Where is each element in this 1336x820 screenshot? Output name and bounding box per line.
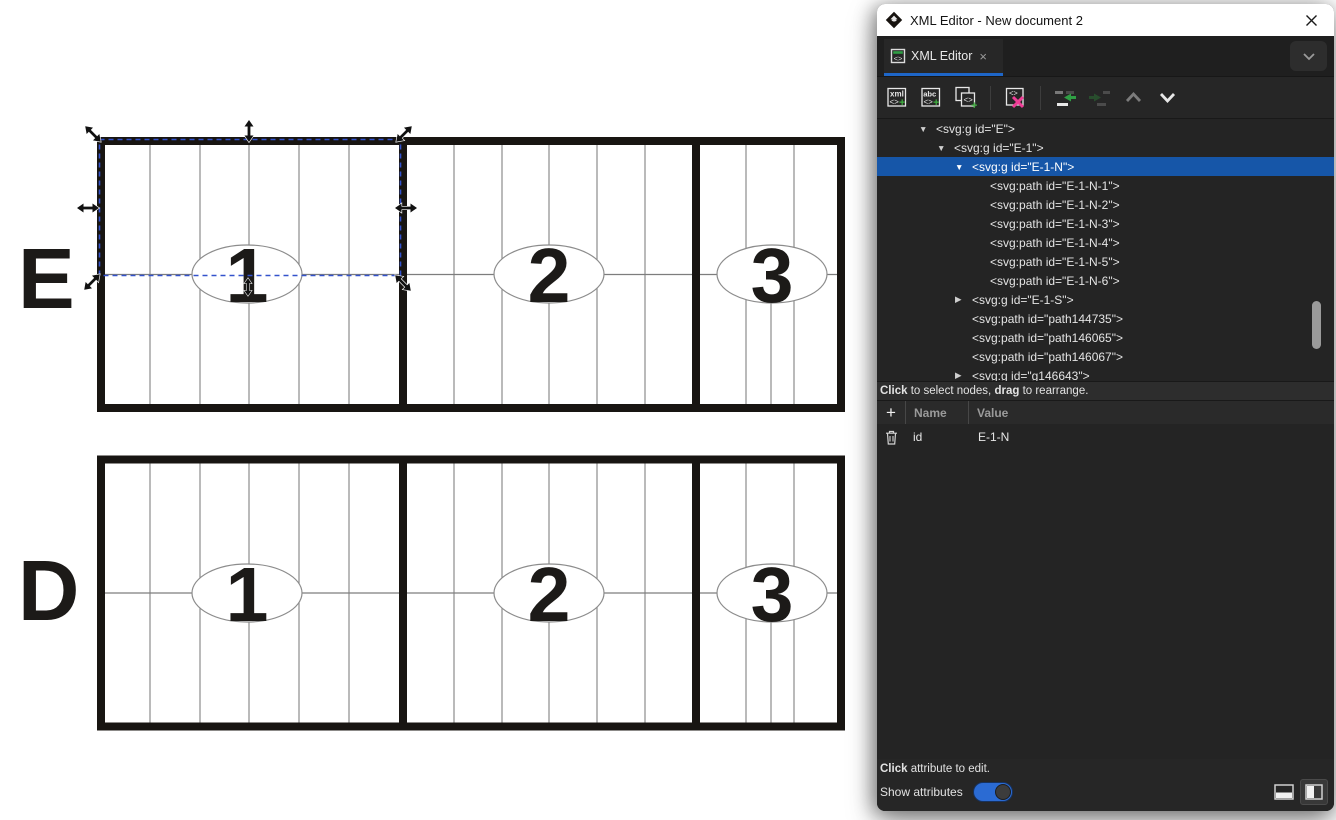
attribute-name-header: Name [905, 401, 968, 424]
trash-icon [885, 430, 898, 445]
toolbar-separator [1040, 86, 1041, 110]
new-text-node-button[interactable]: abc <> + [918, 84, 945, 111]
tree-node[interactable]: <svg:path id="path146067"> [877, 347, 1334, 366]
move-node-down-button[interactable] [1154, 84, 1181, 111]
d-section-1-number: 1 [226, 552, 269, 638]
tree-node-label: <svg:path id="path146065"> [972, 331, 1123, 345]
expander-icon[interactable]: ▼ [955, 162, 972, 172]
attributes-empty-area [877, 450, 1334, 759]
toggle-knob [995, 784, 1011, 800]
tree-node[interactable]: <svg:path id="E-1-N-6"> [877, 271, 1334, 290]
tree-node-label: <svg:g id="E-1-N"> [972, 160, 1074, 174]
svg-text:<>: <> [924, 98, 934, 107]
tree-node-label: <svg:g id="E-1"> [954, 141, 1044, 155]
d-section-3-number: 3 [751, 552, 794, 638]
tree-node[interactable]: <svg:path id="path146065"> [877, 328, 1334, 347]
xml-editor-dialog: XML Editor - New document 2 <> XML Edito… [877, 4, 1334, 811]
tree-node[interactable]: ▶<svg:g id="E-1-S"> [877, 290, 1334, 309]
attribute-value[interactable]: E-1-N [969, 430, 1334, 444]
show-attributes-toggle[interactable] [973, 782, 1013, 802]
close-button[interactable] [1298, 9, 1324, 31]
dialog-title: XML Editor - New document 2 [910, 13, 1083, 28]
delete-node-button[interactable]: <> [1002, 84, 1029, 111]
screen: 1 2 3 E [0, 0, 1336, 820]
attributes-header: + Name Value [877, 400, 1334, 424]
tree-node[interactable]: <svg:path id="path144735"> [877, 309, 1334, 328]
expander-icon[interactable]: ▼ [937, 143, 954, 153]
e-section-3-number: 3 [751, 233, 794, 319]
svg-text:<>: <> [894, 54, 903, 63]
tree-node-label: <svg:path id="E-1-N-1"> [990, 179, 1120, 193]
move-node-up-button[interactable] [1120, 84, 1147, 111]
attribute-hint-text: Click attribute to edit. [877, 759, 1334, 779]
vertical-layout-button[interactable] [1300, 779, 1328, 805]
xml-toolbar: xml <> + abc <> + <> + [877, 76, 1334, 118]
svg-text:+: + [933, 97, 939, 109]
horizontal-split-icon [1274, 784, 1294, 800]
tree-node-selected[interactable]: ▼<svg:g id="E-1-N"> [877, 157, 1334, 176]
vertical-split-icon [1305, 784, 1323, 800]
duplicate-node-button[interactable]: <> + [952, 84, 979, 111]
expander-icon[interactable]: ▶ [955, 294, 972, 305]
tree-scrollbar-thumb[interactable] [1312, 301, 1321, 349]
tree-node[interactable]: ▼<svg:g id="E-1"> [877, 138, 1334, 157]
tab-list-dropdown-button[interactable] [1290, 41, 1327, 71]
tree-node[interactable]: <svg:path id="E-1-N-5"> [877, 252, 1334, 271]
tree-hint-text: Click to select nodes, drag to rearrange… [877, 381, 1334, 400]
svg-text:+: + [899, 97, 905, 109]
tree-node-label: <svg:g id="E-1-S"> [972, 293, 1074, 307]
tree-node-label: <svg:path id="path144735"> [972, 312, 1123, 326]
xml-editor-tab-icon: <> [890, 48, 906, 64]
tab-xml-editor[interactable]: <> XML Editor × [884, 39, 1003, 76]
close-icon [1305, 14, 1318, 27]
add-attribute-button[interactable]: + [877, 401, 905, 424]
inkscape-logo-icon [885, 11, 903, 29]
tree-node[interactable]: ▼<svg:g id="E"> [877, 119, 1334, 138]
svg-text:+: + [971, 100, 977, 111]
tree-node-label: <svg:path id="E-1-N-6"> [990, 274, 1120, 288]
horizontal-layout-button[interactable] [1272, 780, 1296, 804]
tree-node-label: <svg:path id="E-1-N-3"> [990, 217, 1120, 231]
toolbar-separator [990, 86, 991, 110]
attribute-name[interactable]: id [905, 430, 969, 444]
d-row-label: D [18, 544, 79, 639]
tab-close-icon[interactable]: × [979, 49, 987, 64]
attribute-value-header: Value [968, 401, 1334, 424]
d-row-markers: 1 2 3 [192, 552, 827, 638]
tree-node-label: <svg:path id="path146067"> [972, 350, 1123, 364]
indent-node-button[interactable] [1086, 84, 1113, 111]
delete-attribute-button[interactable] [877, 430, 905, 445]
selection-handle-w[interactable] [77, 204, 99, 213]
dialog-footer: Show attributes [877, 779, 1334, 811]
tree-node[interactable]: <svg:path id="E-1-N-1"> [877, 176, 1334, 195]
dialog-tabbar: <> XML Editor × [877, 36, 1334, 76]
e-section-2-number: 2 [528, 233, 571, 319]
tree-node-label: <svg:g id="g146643"> [972, 369, 1090, 382]
new-element-node-button[interactable]: xml <> + [884, 84, 911, 111]
xml-node-tree[interactable]: ▼<svg:g id="E"> ▼<svg:g id="E-1"> ▼<svg:… [877, 118, 1334, 381]
tree-node-label: <svg:path id="E-1-N-4"> [990, 236, 1120, 250]
svg-text:<>: <> [890, 98, 900, 107]
drawing-canvas[interactable]: 1 2 3 E [0, 0, 876, 820]
tree-node-label: <svg:path id="E-1-N-5"> [990, 255, 1120, 269]
tree-node[interactable]: <svg:path id="E-1-N-4"> [877, 233, 1334, 252]
d-section-2-number: 2 [528, 552, 571, 638]
e-row-label: E [18, 232, 75, 327]
plus-icon: + [886, 404, 896, 421]
tree-node[interactable]: <svg:path id="E-1-N-2"> [877, 195, 1334, 214]
unindent-node-button[interactable] [1052, 84, 1079, 111]
show-attributes-label: Show attributes [880, 785, 963, 799]
tab-label: XML Editor [911, 49, 972, 63]
svg-text:<>: <> [1009, 89, 1018, 98]
dialog-titlebar[interactable]: XML Editor - New document 2 [877, 4, 1334, 36]
tree-node-label: <svg:path id="E-1-N-2"> [990, 198, 1120, 212]
tree-node[interactable]: ▶<svg:g id="g146643"> [877, 366, 1334, 381]
chevron-down-icon [1302, 52, 1316, 61]
tree-node-label: <svg:g id="E"> [936, 122, 1015, 136]
tree-node[interactable]: <svg:path id="E-1-N-3"> [877, 214, 1334, 233]
attribute-row[interactable]: id E-1-N [877, 424, 1334, 450]
expander-icon[interactable]: ▼ [919, 124, 936, 134]
selection-handle-nw[interactable] [82, 123, 104, 145]
expander-icon[interactable]: ▶ [955, 370, 972, 381]
